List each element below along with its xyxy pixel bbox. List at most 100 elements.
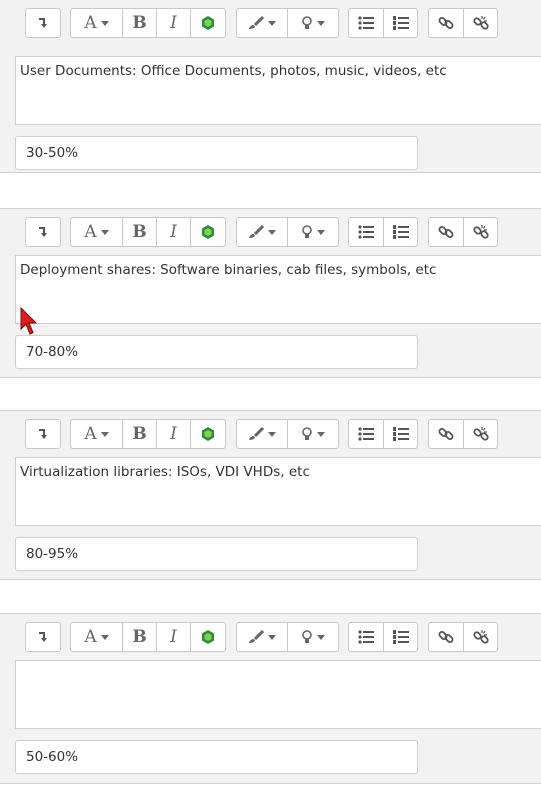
rich-text-editor[interactable]: Virtualization libraries: ISOs, VDI VHDs… (15, 457, 541, 526)
font-family-button[interactable]: A (71, 420, 123, 448)
font-family-icon: A (84, 222, 97, 242)
bullet-list-button[interactable] (349, 9, 384, 37)
toolbar-group-lists (348, 8, 418, 38)
italic-button[interactable]: I (157, 623, 191, 651)
bullet-list-icon (358, 16, 374, 30)
toolbar-group-links (428, 217, 498, 247)
bold-button[interactable]: B (123, 623, 157, 651)
caret-down-icon (317, 20, 325, 26)
numbered-list-button[interactable] (384, 218, 417, 246)
toolbar-group-style (236, 419, 339, 449)
font-family-button[interactable]: A (71, 218, 123, 246)
lightbulb-button[interactable] (288, 420, 338, 448)
unlink-button[interactable] (464, 623, 497, 651)
media-button[interactable] (191, 420, 225, 448)
link-button[interactable] (429, 9, 464, 37)
numbered-list-button[interactable] (384, 623, 417, 651)
brush-icon (249, 16, 264, 29)
numbered-list-icon (392, 225, 409, 239)
italic-icon: I (170, 13, 177, 33)
rich-text-editor[interactable]: Deployment shares: Software binaries, ca… (15, 255, 541, 324)
percentage-value: 70-80% (26, 344, 79, 360)
brush-button[interactable] (237, 623, 288, 651)
lightbulb-button[interactable] (288, 9, 338, 37)
bold-button[interactable]: B (123, 420, 157, 448)
link-button[interactable] (429, 218, 464, 246)
link-button[interactable] (429, 420, 464, 448)
percentage-input[interactable]: 30-50% (15, 136, 418, 170)
bold-icon: B (132, 222, 147, 242)
numbered-list-icon (392, 427, 409, 441)
percentage-value: 80-95% (26, 546, 79, 562)
toolbar-group-text: A B I (70, 8, 226, 38)
bullet-list-button[interactable] (349, 218, 384, 246)
lightbulb-button[interactable] (288, 218, 338, 246)
link-icon (438, 428, 454, 440)
unlink-button[interactable] (464, 218, 497, 246)
font-family-icon: A (84, 627, 97, 647)
bullet-list-icon (358, 225, 374, 239)
question-block: A B I (0, 613, 541, 784)
media-button[interactable] (191, 623, 225, 651)
numbered-list-icon (392, 16, 409, 30)
mouse-cursor-icon (20, 307, 38, 335)
caret-down-icon (100, 634, 109, 640)
rich-text-editor[interactable] (15, 660, 541, 729)
percentage-value: 30-50% (26, 145, 79, 161)
unlink-button[interactable] (464, 9, 497, 37)
brush-button[interactable] (237, 9, 288, 37)
bold-icon: B (132, 627, 147, 647)
unlink-icon (472, 427, 489, 441)
italic-button[interactable]: I (157, 9, 191, 37)
media-button[interactable] (191, 218, 225, 246)
unlink-button[interactable] (464, 420, 497, 448)
bold-button[interactable]: B (123, 9, 157, 37)
media-button[interactable] (191, 9, 225, 37)
caret-down-icon (317, 431, 325, 437)
numbered-list-button[interactable] (384, 9, 417, 37)
italic-button[interactable]: I (157, 218, 191, 246)
toggle-toolbar-icon (39, 429, 47, 439)
toggle-toolbar-button[interactable] (26, 9, 60, 37)
toolbar-group-text: A B I (70, 217, 226, 247)
toggle-toolbar-button[interactable] (26, 623, 60, 651)
bullet-list-button[interactable] (349, 623, 384, 651)
toolbar-group-style (236, 217, 339, 247)
brush-button[interactable] (237, 218, 288, 246)
bullet-list-icon (358, 427, 374, 441)
italic-button[interactable]: I (157, 420, 191, 448)
brush-icon (249, 225, 264, 238)
lightbulb-icon (302, 629, 312, 643)
bold-icon: B (132, 424, 147, 444)
media-icon (202, 16, 214, 30)
toggle-toolbar-button[interactable] (26, 420, 60, 448)
toggle-toolbar-button[interactable] (26, 218, 60, 246)
rich-text-editor[interactable]: User Documents: Office Documents, photos… (15, 56, 541, 125)
caret-down-icon (100, 229, 109, 235)
percentage-input[interactable]: 50-60% (15, 740, 418, 774)
link-icon (438, 17, 454, 29)
toolbar-group-toggle (25, 419, 61, 449)
unlink-icon (472, 225, 489, 239)
question-block: A B I (0, 410, 541, 580)
caret-down-icon (268, 20, 276, 26)
lightbulb-icon (302, 15, 312, 29)
unlink-icon (472, 16, 489, 30)
toolbar-group-links (428, 8, 498, 38)
lightbulb-button[interactable] (288, 623, 338, 651)
font-family-icon: A (84, 424, 97, 444)
bold-button[interactable]: B (123, 218, 157, 246)
editor-text: Virtualization libraries: ISOs, VDI VHDs… (20, 464, 310, 480)
link-button[interactable] (429, 623, 464, 651)
caret-down-icon (268, 229, 276, 235)
percentage-input[interactable]: 80-95% (15, 537, 418, 571)
toolbar-group-style (236, 8, 339, 38)
numbered-list-button[interactable] (384, 420, 417, 448)
bullet-list-button[interactable] (349, 420, 384, 448)
brush-icon (249, 630, 264, 643)
toolbar-group-text: A B I (70, 419, 226, 449)
font-family-button[interactable]: A (71, 9, 123, 37)
brush-button[interactable] (237, 420, 288, 448)
percentage-input[interactable]: 70-80% (15, 335, 418, 369)
font-family-button[interactable]: A (71, 623, 123, 651)
